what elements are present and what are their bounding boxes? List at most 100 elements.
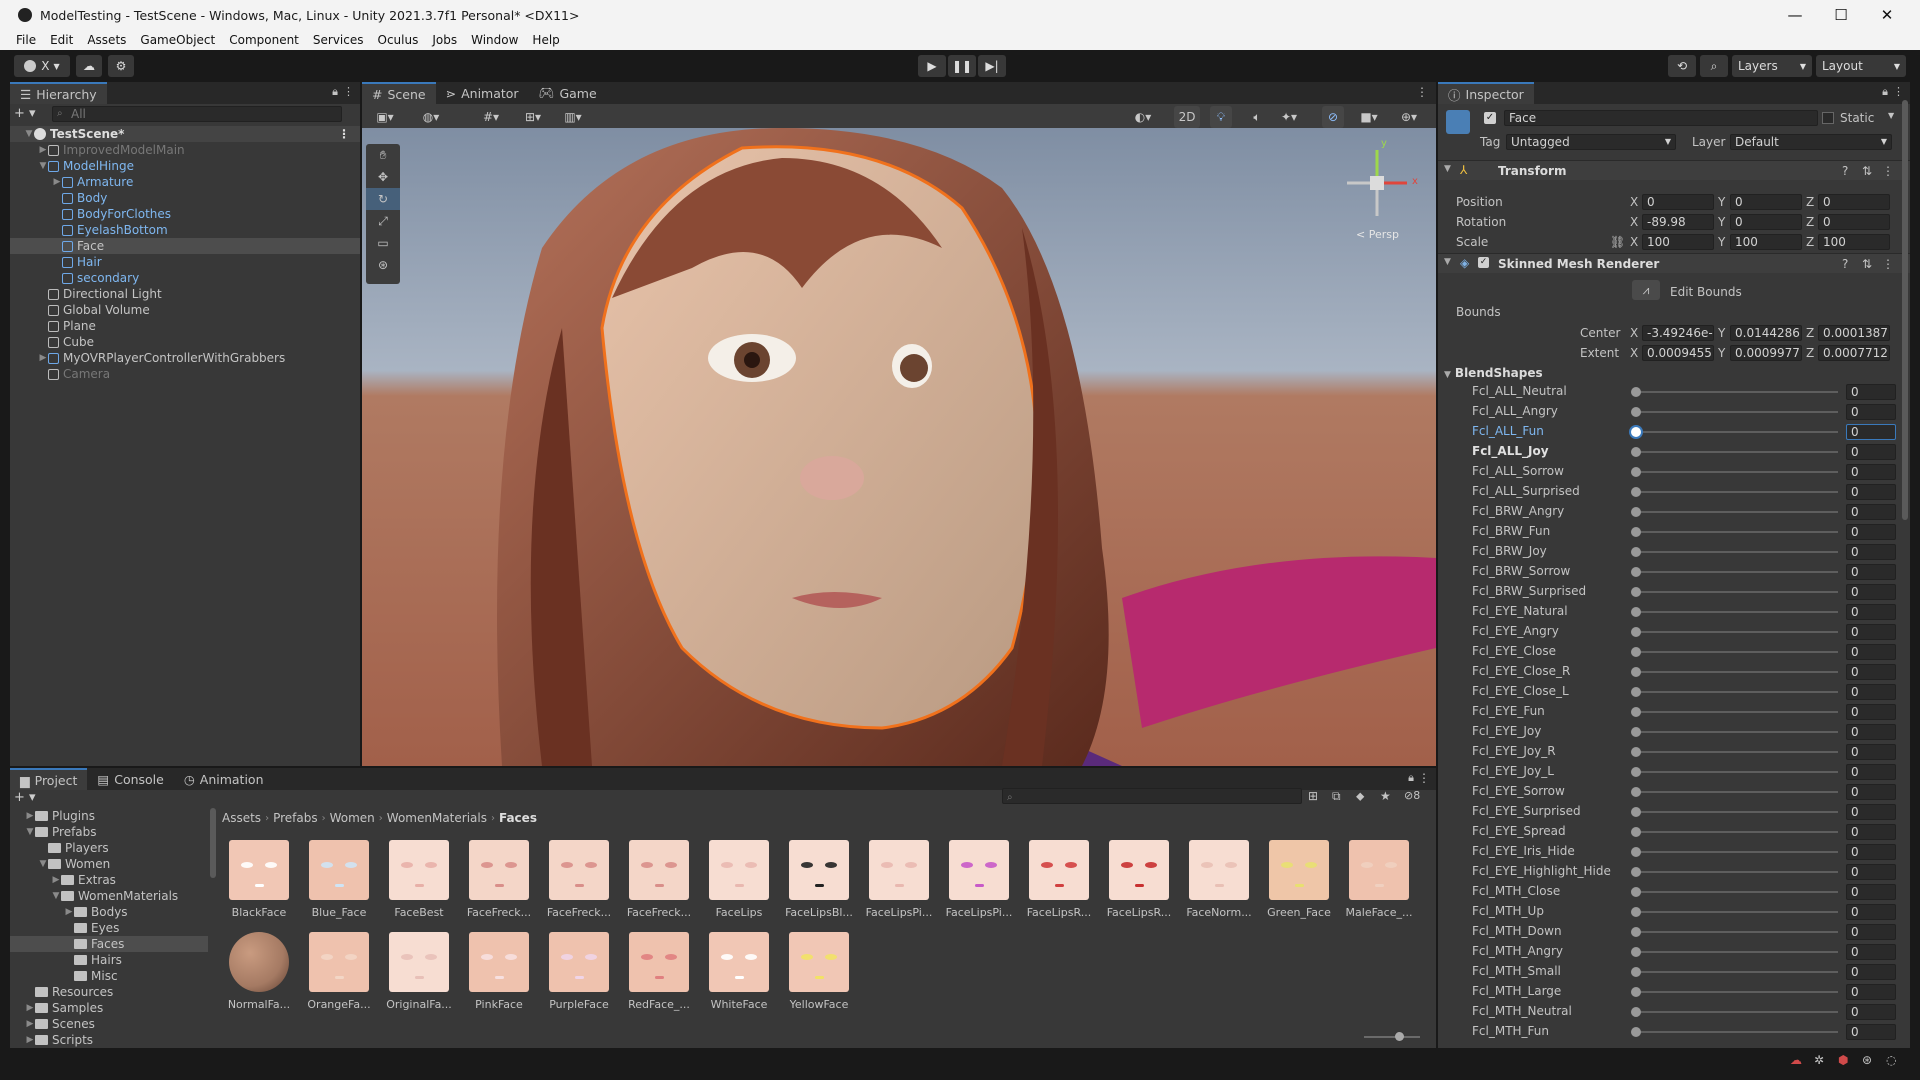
folder-item[interactable]: ▶ Extras (10, 872, 208, 888)
foldout-arrow-icon[interactable]: ▼ (38, 161, 48, 171)
extent-x-field[interactable]: 0.0009455 (1642, 345, 1714, 361)
network-icon[interactable]: ⊛ (1862, 1053, 1872, 1067)
scale-y-field[interactable]: 100 (1730, 234, 1802, 250)
static-checkbox[interactable] (1822, 112, 1834, 124)
blendshape-slider-track[interactable] (1636, 531, 1838, 533)
more-icon[interactable]: ⋮ (1416, 85, 1428, 99)
folder-item[interactable]: Resources (10, 984, 208, 1000)
orientation-gizmo[interactable]: y x (1332, 138, 1422, 228)
rotation-z-field[interactable]: 0 (1818, 214, 1890, 230)
blendshape-slider-knob[interactable] (1631, 1007, 1641, 1017)
foldout-arrow-icon[interactable]: ▼ (51, 891, 61, 901)
blendshape-slider-track[interactable] (1636, 1011, 1838, 1013)
foldout-arrow-icon[interactable]: ▶ (38, 145, 48, 155)
blendshape-value-field[interactable]: 0 (1846, 804, 1896, 820)
project-search-input[interactable]: ⌕ (1002, 788, 1302, 804)
blendshape-slider-knob[interactable] (1631, 847, 1641, 857)
blendshape-slider-knob[interactable] (1631, 987, 1641, 997)
lock-icon[interactable]: 🔒︎ (1882, 85, 1888, 99)
foldout-arrow-icon[interactable]: ▶ (25, 1003, 35, 1013)
minimize-button[interactable]: — (1772, 0, 1818, 30)
layer-dropdown[interactable]: Default ▼ (1730, 134, 1892, 150)
scale-tool-icon[interactable]: ⤢ (366, 210, 400, 232)
tab-inspector[interactable]: ⓘ Inspector (1438, 82, 1534, 104)
audio-icon[interactable]: 🔈︎ (1246, 106, 1268, 128)
blendshape-slider-knob[interactable] (1631, 407, 1641, 417)
blendshape-value-field[interactable]: 0 (1846, 604, 1896, 620)
asset-item[interactable]: FaceFreck... (622, 840, 696, 932)
blendshape-value-field[interactable]: 0 (1846, 384, 1896, 400)
position-y-field[interactable]: 0 (1730, 194, 1802, 210)
blendshape-slider-track[interactable] (1636, 691, 1838, 693)
position-z-field[interactable]: 0 (1818, 194, 1890, 210)
blendshape-slider-knob[interactable] (1631, 447, 1641, 457)
blendshapes-header[interactable]: ▼ BlendShapes (1444, 366, 1543, 380)
folder-item[interactable]: ▼ Women (10, 856, 208, 872)
cloud-button[interactable]: ☁ (76, 55, 102, 77)
hierarchy-item[interactable]: ▼ ModelHinge (10, 158, 360, 174)
lock-icon[interactable]: 🔒︎ (332, 85, 338, 99)
chevron-down-icon[interactable]: ▼ (1888, 111, 1894, 120)
foldout-arrow-icon[interactable]: ▶ (38, 353, 48, 363)
asset-item[interactable]: FaceLipsPi... (862, 840, 936, 932)
blendshape-slider-track[interactable] (1636, 991, 1838, 993)
folder-item[interactable]: Misc (10, 968, 208, 984)
more-icon[interactable]: ⋮ (1882, 164, 1894, 178)
blendshape-slider-knob[interactable] (1631, 1027, 1641, 1037)
hierarchy-item[interactable]: Directional Light (10, 286, 360, 302)
asset-item[interactable]: WhiteFace (702, 932, 776, 1024)
blendshape-value-field[interactable]: 0 (1846, 624, 1896, 640)
foldout-arrow-icon[interactable]: ▶ (52, 177, 62, 187)
tab-project[interactable]: ▆ Project (10, 768, 88, 790)
extent-y-field[interactable]: 0.0009977 (1730, 345, 1802, 361)
folder-item[interactable]: ▶ Scripts (10, 1032, 208, 1048)
zoom-slider-knob[interactable] (1395, 1032, 1404, 1041)
blendshape-slider-track[interactable] (1636, 591, 1838, 593)
blendshape-value-field[interactable]: 0 (1846, 964, 1896, 980)
blendshape-value-field[interactable]: 0 (1846, 984, 1896, 1000)
hierarchy-search-input[interactable]: ⌕ All (52, 106, 342, 122)
create-button[interactable]: + ▾ (14, 106, 46, 122)
blendshape-value-field[interactable]: 0 (1846, 584, 1896, 600)
folder-item[interactable]: ▼ Prefabs (10, 824, 208, 840)
hierarchy-item[interactable]: ▶ Armature (10, 174, 360, 190)
center-x-field[interactable]: -3.49246e- (1642, 325, 1714, 341)
extent-z-field[interactable]: 0.0007712 (1818, 345, 1890, 361)
smr-header[interactable]: ▼ ◈ ✓ Skinned Mesh Renderer ? ⇅ ⋮ (1438, 253, 1910, 273)
blendshape-slider-track[interactable] (1636, 871, 1838, 873)
zoom-slider[interactable] (1364, 1036, 1420, 1038)
folder-item[interactable]: ▶ Plugins (10, 808, 208, 824)
menu-assets[interactable]: Assets (80, 33, 133, 47)
blendshape-slider-knob[interactable] (1631, 807, 1641, 817)
asset-item[interactable]: FaceLipsR... (1102, 840, 1176, 932)
blendshape-slider-track[interactable] (1636, 931, 1838, 933)
blendshape-value-field[interactable]: 0 (1846, 644, 1896, 660)
blendshape-value-field[interactable]: 0 (1846, 844, 1896, 860)
blendshape-value-field[interactable]: 0 (1846, 1004, 1896, 1020)
hierarchy-item[interactable]: ▶ ImprovedModelMain (10, 142, 360, 158)
folder-item[interactable]: ▶ Samples (10, 1000, 208, 1016)
breadcrumb-item[interactable]: Faces (499, 811, 537, 825)
smr-enabled-checkbox[interactable]: ✓ (1478, 257, 1489, 268)
asset-item[interactable]: OriginalFa... (382, 932, 456, 1024)
more-icon[interactable]: ⋮ (338, 127, 350, 141)
more-icon[interactable]: ⋮ (1893, 85, 1904, 98)
blendshape-value-field[interactable]: 0 (1846, 744, 1896, 760)
asset-item[interactable]: FaceNorm... (1182, 840, 1256, 932)
blendshape-slider-track[interactable] (1636, 411, 1838, 413)
foldout-arrow-icon[interactable]: ▼ (38, 859, 48, 869)
menu-services[interactable]: Services (306, 33, 371, 47)
toggle-2d-button[interactable]: 2D (1174, 106, 1200, 128)
filter-label-icon[interactable]: ⧉ (1332, 789, 1341, 804)
blendshape-slider-track[interactable] (1636, 431, 1838, 433)
asset-item[interactable]: FaceLipsR... (1022, 840, 1096, 932)
step-button[interactable]: ▶| (978, 55, 1006, 77)
blendshape-slider-knob[interactable] (1631, 387, 1641, 397)
play-button[interactable]: ▶ (918, 55, 946, 77)
menu-edit[interactable]: Edit (43, 33, 80, 47)
blendshape-slider-track[interactable] (1636, 891, 1838, 893)
draw-mode-icon[interactable]: ▣▾ (374, 106, 396, 128)
gizmos-icon[interactable]: ⊕▾ (1398, 106, 1420, 128)
blendshape-value-field[interactable]: 0 (1846, 944, 1896, 960)
edit-bounds-button[interactable]: ⩘ (1632, 280, 1660, 300)
